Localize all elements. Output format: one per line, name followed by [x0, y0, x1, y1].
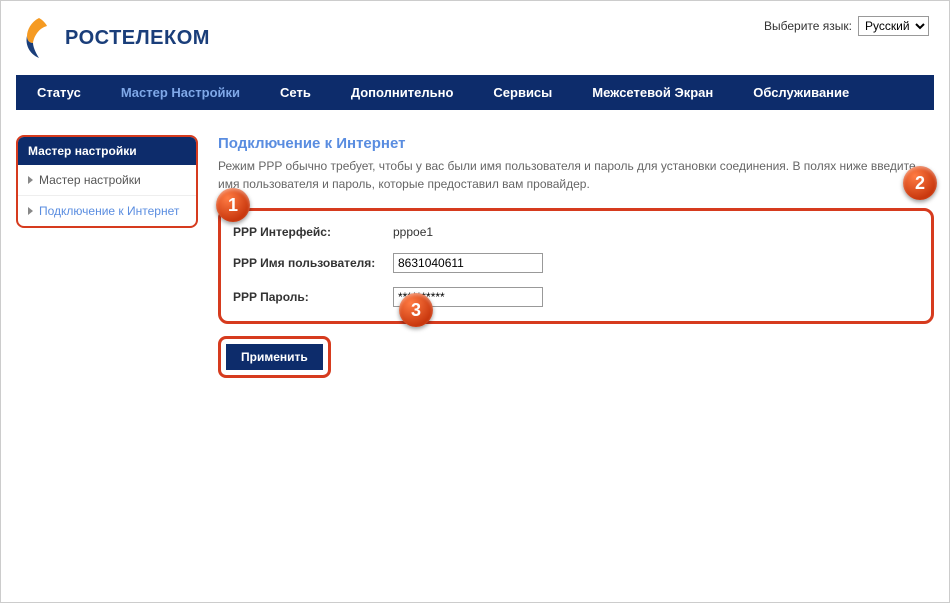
page-title: Подключение к Интернет	[218, 135, 934, 152]
interface-label: PPP Интерфейс:	[233, 225, 393, 239]
sidebar-item-internet[interactable]: Подключение к Интернет	[18, 196, 196, 226]
language-label: Выберите язык:	[764, 19, 852, 33]
sidebar: Мастер настройки Мастер настройки Подклю…	[16, 135, 198, 228]
nav-firewall[interactable]: Межсетевой Экран	[572, 76, 733, 109]
logo-text: РОСТЕЛЕКОМ	[65, 27, 210, 50]
password-label: PPP Пароль:	[233, 290, 393, 304]
nav-setup-wizard[interactable]: Мастер Настройки	[101, 76, 260, 109]
row-username: PPP Имя пользователя:	[233, 253, 919, 273]
sidebar-header: Мастер настройки	[18, 137, 196, 165]
username-label: PPP Имя пользователя:	[233, 256, 393, 270]
page-description: Режим PPP обычно требует, чтобы у вас бы…	[218, 157, 934, 193]
sidebar-item-label: Подключение к Интернет	[39, 204, 179, 218]
apply-button[interactable]: Применить	[226, 344, 323, 370]
row-interface: PPP Интерфейс: pppoe1	[233, 225, 919, 239]
main-content: Подключение к Интернет Режим PPP обычно …	[218, 135, 934, 378]
triangle-icon	[28, 207, 33, 215]
username-input[interactable]	[393, 253, 543, 273]
sidebar-item-wizard[interactable]: Мастер настройки	[18, 165, 196, 196]
logo-icon	[21, 16, 57, 60]
nav-maintenance[interactable]: Обслуживание	[733, 76, 869, 109]
interface-value: pppoe1	[393, 225, 433, 239]
language-selector: Выберите язык: Русский	[764, 16, 929, 36]
main-nav: Статус Мастер Настройки Сеть Дополнитель…	[16, 75, 934, 110]
nav-advanced[interactable]: Дополнительно	[331, 76, 474, 109]
body: Мастер настройки Мастер настройки Подклю…	[16, 135, 934, 378]
page: РОСТЕЛЕКОМ Выберите язык: Русский Статус…	[0, 0, 950, 603]
sidebar-item-label: Мастер настройки	[39, 173, 141, 187]
nav-services[interactable]: Сервисы	[473, 76, 572, 109]
apply-wrap: Применить	[218, 336, 331, 378]
nav-status[interactable]: Статус	[17, 76, 101, 109]
logo: РОСТЕЛЕКОМ	[21, 16, 210, 60]
triangle-icon	[28, 176, 33, 184]
row-password: PPP Пароль:	[233, 287, 919, 307]
password-input[interactable]	[393, 287, 543, 307]
form-box: PPP Интерфейс: pppoe1 PPP Имя пользовате…	[218, 208, 934, 324]
language-select[interactable]: Русский	[858, 16, 929, 36]
nav-network[interactable]: Сеть	[260, 76, 331, 109]
topbar: РОСТЕЛЕКОМ Выберите язык: Русский	[16, 11, 934, 75]
